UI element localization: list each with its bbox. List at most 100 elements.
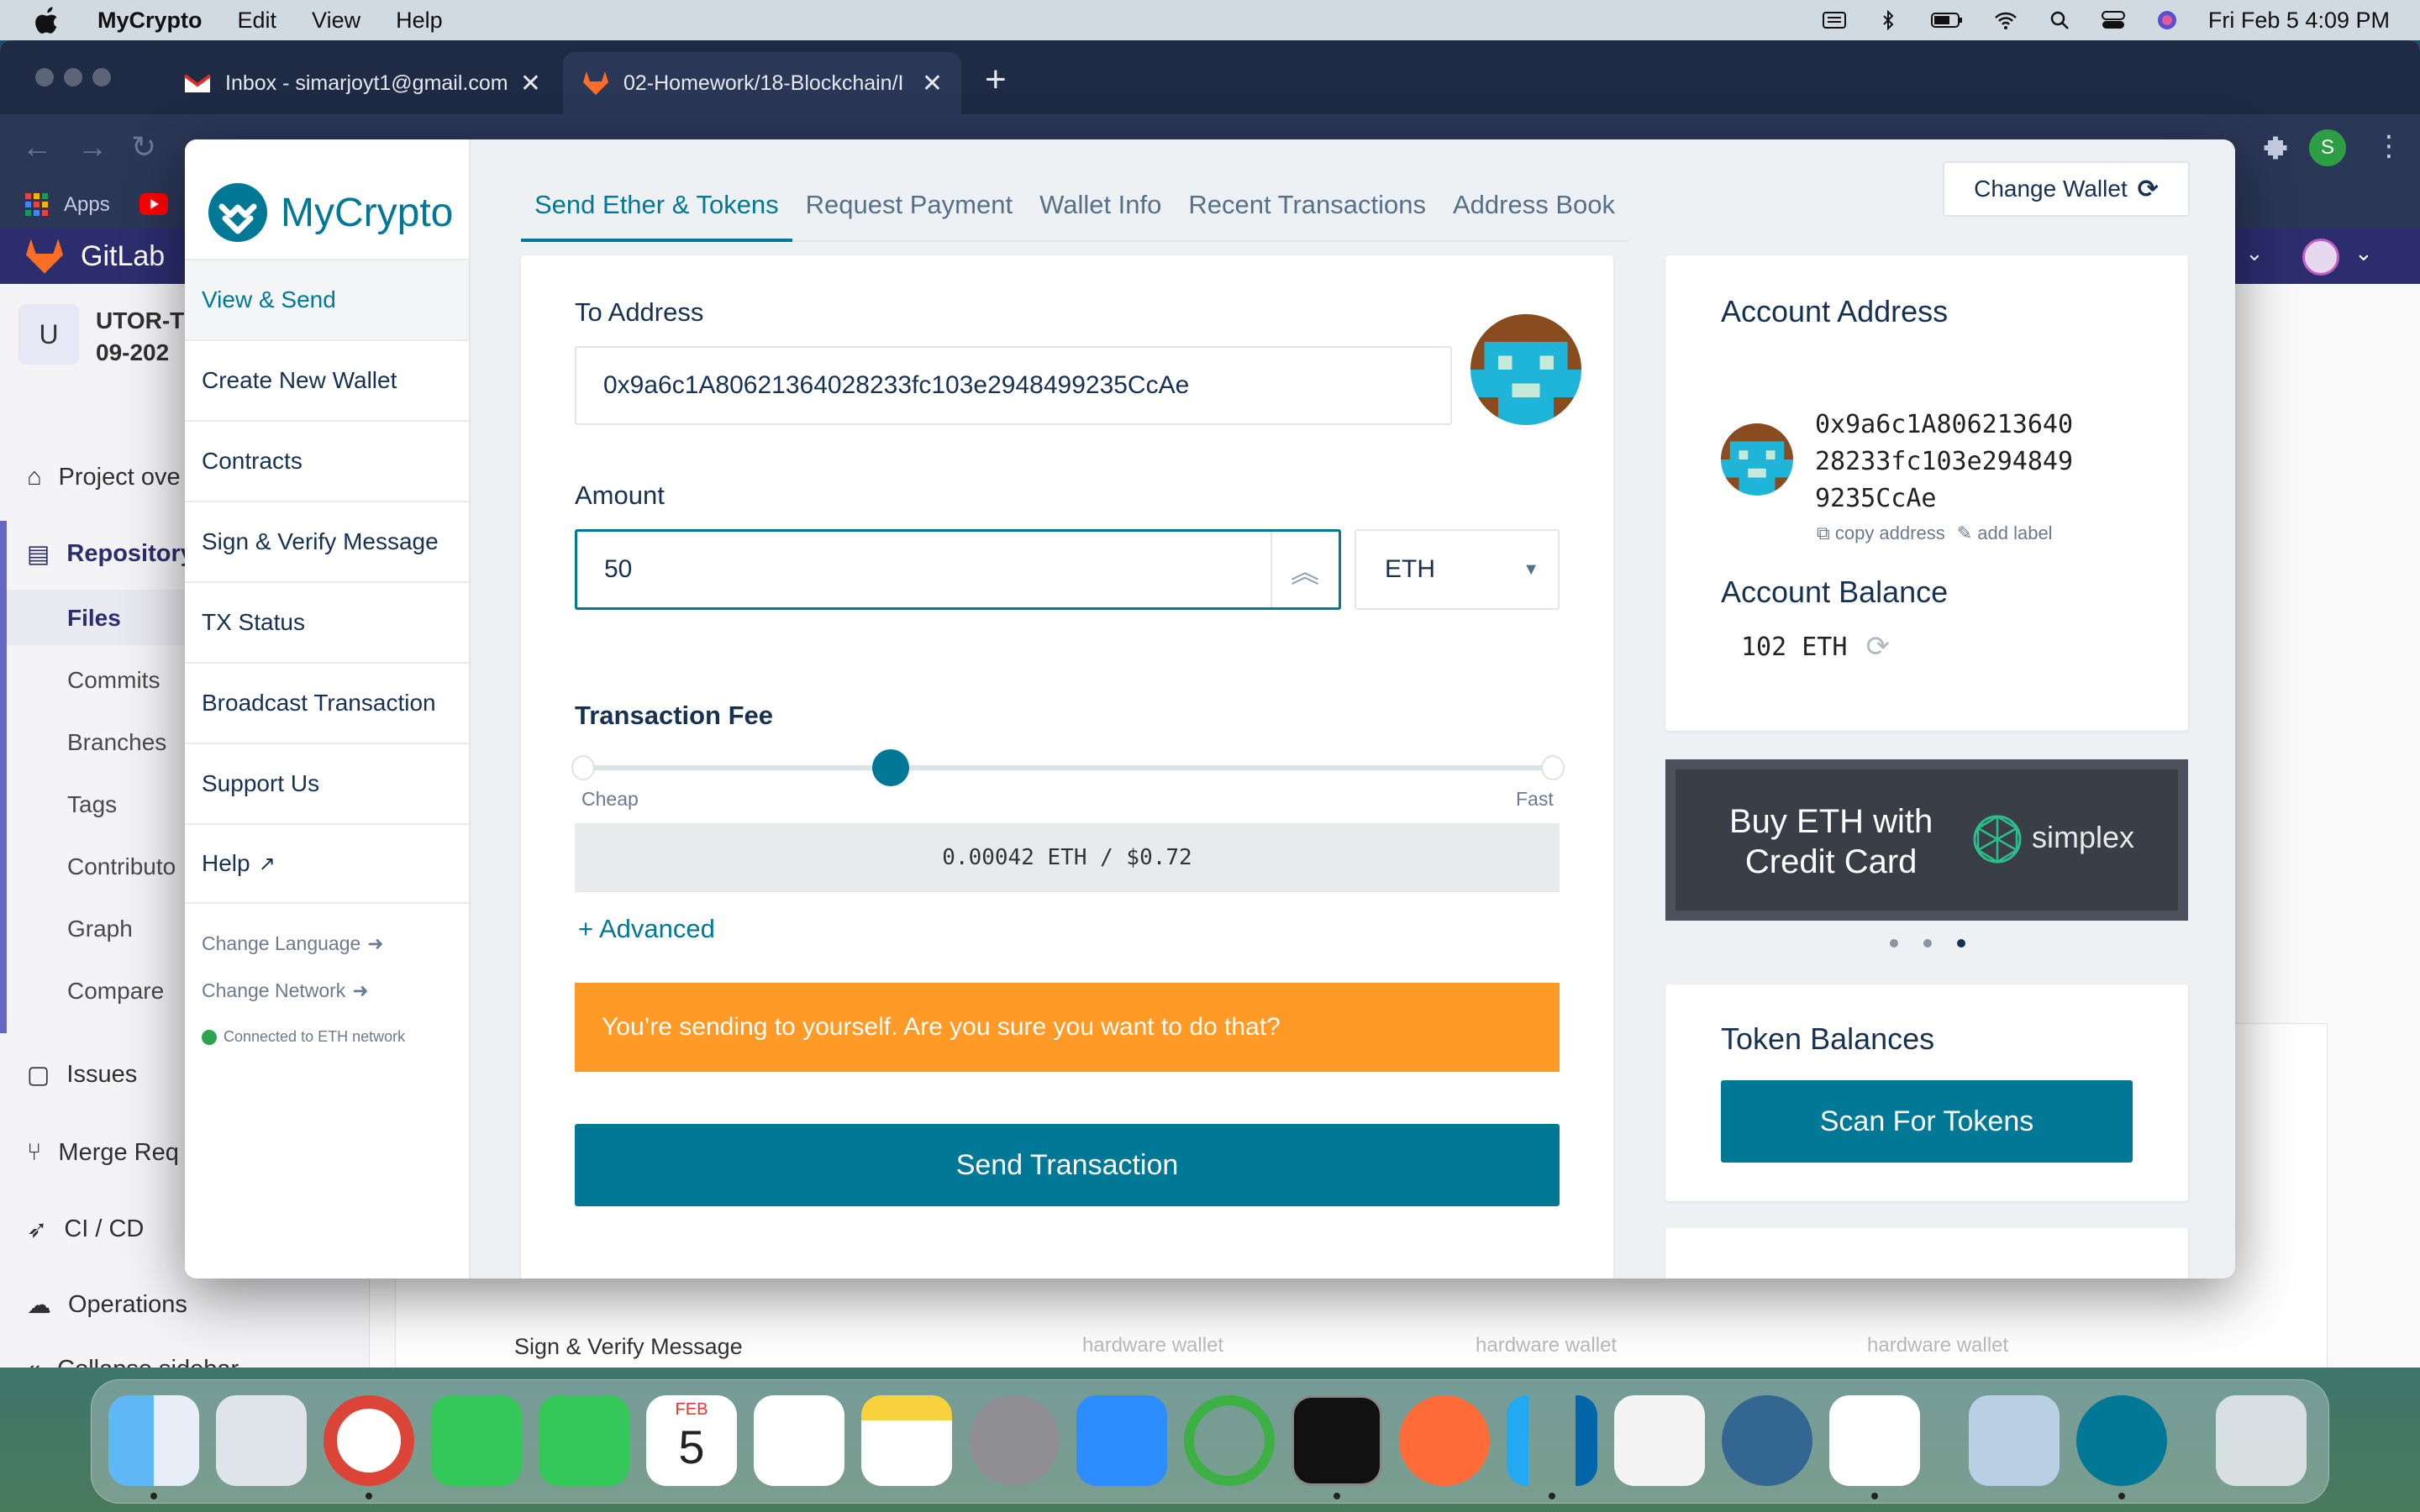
gitlab-brand[interactable]: GitLab bbox=[81, 240, 165, 273]
change-language-link[interactable]: Change Language ➜ bbox=[202, 932, 384, 955]
sidenav-help[interactable]: Help ↗ bbox=[185, 823, 469, 904]
profile-avatar[interactable]: S bbox=[2309, 129, 2346, 166]
browser-tab-gitlab[interactable]: 02-Homework/18-Blockchain/I ✕ bbox=[563, 52, 961, 114]
new-tab-button[interactable]: + bbox=[985, 59, 1007, 101]
siri-icon[interactable] bbox=[2154, 10, 2180, 30]
nav-project-overview[interactable]: ⌂ Project ove bbox=[27, 464, 181, 491]
nav-ci-cd[interactable]: ➶ CI / CD bbox=[27, 1215, 144, 1244]
window-minimize-button[interactable] bbox=[64, 68, 82, 87]
sidenav-tx-status[interactable]: TX Status bbox=[185, 581, 469, 662]
collapse-sidebar-button[interactable]: « Collapse sidebar bbox=[27, 1356, 239, 1368]
browser-menu-icon[interactable]: ⋮ bbox=[2375, 129, 2403, 163]
nav-repository[interactable]: ▤ Repository bbox=[27, 539, 194, 569]
messages-icon[interactable] bbox=[539, 1395, 629, 1486]
battery-icon[interactable] bbox=[1929, 10, 1965, 30]
finder-icon[interactable] bbox=[108, 1395, 199, 1486]
preview-icon[interactable] bbox=[1969, 1395, 2060, 1486]
nav-compare[interactable]: Compare bbox=[67, 978, 164, 1005]
window-zoom-button[interactable] bbox=[92, 68, 111, 87]
carousel-dot-active[interactable] bbox=[1957, 939, 1965, 948]
chevron-down-icon[interactable]: ⌄ bbox=[2354, 240, 2373, 266]
fee-slider[interactable] bbox=[571, 749, 1565, 786]
nav-merge-requests[interactable]: ⑂ Merge Req bbox=[27, 1139, 179, 1167]
project-name[interactable]: UTOR-T bbox=[96, 307, 184, 334]
forward-arrow-icon[interactable]: → bbox=[77, 129, 108, 165]
launchpad-icon[interactable] bbox=[216, 1395, 307, 1486]
menu-edit[interactable]: Edit bbox=[238, 8, 277, 34]
calendar-icon[interactable]: FEB 5 bbox=[646, 1395, 737, 1486]
activity-ring-icon[interactable] bbox=[1184, 1395, 1275, 1486]
browser-tab-gmail[interactable]: Inbox - simarjoyt1@gmail.com ✕ bbox=[165, 52, 560, 114]
add-label-link[interactable]: ✎ add label bbox=[1957, 522, 2053, 544]
tab-address-book[interactable]: Address Book bbox=[1439, 170, 1628, 242]
scan-for-tokens-button[interactable]: Scan For Tokens bbox=[1721, 1080, 2133, 1163]
buy-eth-ad[interactable]: Buy ETH with Credit Card simplex bbox=[1665, 759, 2188, 921]
reload-icon[interactable]: ↻ bbox=[131, 129, 156, 165]
menu-view[interactable]: View bbox=[312, 8, 360, 34]
sidenav-create-wallet[interactable]: Create New Wallet bbox=[185, 339, 469, 420]
refresh-balance-icon[interactable]: ⟳ bbox=[1865, 630, 1890, 664]
project-avatar[interactable]: U bbox=[18, 304, 79, 365]
unit-select[interactable]: ETH ▼ bbox=[1355, 529, 1560, 610]
spotlight-search-icon[interactable] bbox=[2047, 10, 2072, 30]
bookmark-apps[interactable]: Apps bbox=[64, 193, 110, 217]
copy-address-link[interactable]: ⧉ copy address bbox=[1817, 522, 1945, 544]
keyboard-input-icon[interactable] bbox=[1822, 10, 1847, 30]
slack-icon[interactable] bbox=[1829, 1395, 1920, 1486]
textedit-icon[interactable] bbox=[1614, 1395, 1705, 1486]
tab-request-payment[interactable]: Request Payment bbox=[792, 170, 1026, 242]
tab-close-icon[interactable]: ✕ bbox=[520, 69, 541, 98]
menubar-app-name[interactable]: MyCrypto bbox=[97, 8, 203, 34]
facetime-icon[interactable] bbox=[431, 1395, 522, 1486]
nav-operations[interactable]: ☁ Operations bbox=[27, 1290, 187, 1320]
zoom-icon[interactable] bbox=[1076, 1395, 1167, 1486]
bluetooth-icon[interactable] bbox=[1876, 10, 1901, 30]
mycrypto-logo[interactable]: MyCrypto bbox=[207, 181, 453, 244]
tab-close-icon[interactable]: ✕ bbox=[922, 69, 943, 98]
advanced-toggle[interactable]: + Advanced bbox=[578, 914, 715, 944]
window-close-button[interactable] bbox=[35, 68, 54, 87]
project-name-cont[interactable]: 09-202 bbox=[96, 339, 169, 366]
menubar-clock[interactable]: Fri Feb 5 4:09 PM bbox=[2208, 8, 2390, 34]
send-transaction-button[interactable]: Send Transaction bbox=[575, 1124, 1560, 1206]
nav-branches[interactable]: Branches bbox=[67, 729, 166, 756]
carousel-dot[interactable] bbox=[1923, 939, 1932, 948]
terminal-icon[interactable] bbox=[1292, 1395, 1382, 1486]
youtube-icon[interactable] bbox=[139, 193, 168, 215]
amount-input[interactable]: 50 bbox=[575, 529, 1341, 610]
reminders-icon[interactable] bbox=[754, 1395, 844, 1486]
sidenav-contracts[interactable]: Contracts bbox=[185, 420, 469, 501]
postgresql-icon[interactable] bbox=[1722, 1395, 1812, 1486]
control-center-icon[interactable] bbox=[2101, 10, 2126, 30]
carousel-dot[interactable] bbox=[1890, 939, 1898, 948]
nav-files[interactable]: Files bbox=[67, 605, 121, 632]
nav-contributors[interactable]: Contributo bbox=[67, 853, 176, 880]
tab-send-ether-tokens[interactable]: Send Ether & Tokens bbox=[521, 170, 792, 242]
gitlab-logo-icon[interactable] bbox=[24, 237, 66, 276]
sidenav-sign-verify[interactable]: Sign & Verify Message bbox=[185, 501, 469, 581]
user-avatar[interactable] bbox=[2302, 239, 2339, 276]
nav-issues[interactable]: ▢ Issues bbox=[27, 1060, 137, 1089]
trash-icon[interactable] bbox=[2216, 1395, 2307, 1486]
sidenav-support[interactable]: Support Us bbox=[185, 743, 469, 823]
menu-help[interactable]: Help bbox=[396, 8, 443, 34]
mycrypto-dock-icon[interactable] bbox=[2076, 1395, 2167, 1486]
send-max-chevron-up-icon[interactable]: ︽ bbox=[1270, 532, 1338, 607]
notes-icon[interactable] bbox=[861, 1395, 952, 1486]
vscode-icon[interactable] bbox=[1507, 1395, 1597, 1486]
sidenav-view-send[interactable]: View & Send bbox=[185, 259, 469, 339]
back-arrow-icon[interactable]: ← bbox=[22, 129, 52, 165]
change-network-link[interactable]: Change Network ➜ bbox=[202, 979, 369, 1002]
nav-commits[interactable]: Commits bbox=[67, 667, 160, 694]
postman-icon[interactable] bbox=[1399, 1395, 1490, 1486]
wifi-icon[interactable] bbox=[1993, 10, 2018, 30]
system-preferences-icon[interactable] bbox=[969, 1395, 1060, 1486]
sidenav-broadcast[interactable]: Broadcast Transaction bbox=[185, 662, 469, 743]
nav-tags[interactable]: Tags bbox=[67, 791, 117, 818]
chevron-down-icon[interactable]: ⌄ bbox=[2245, 240, 2264, 266]
chrome-icon[interactable] bbox=[324, 1395, 414, 1486]
nav-graph[interactable]: Graph bbox=[67, 916, 133, 942]
tab-wallet-info[interactable]: Wallet Info bbox=[1026, 170, 1175, 242]
tab-recent-transactions[interactable]: Recent Transactions bbox=[1175, 170, 1439, 242]
to-address-input[interactable]: 0x9a6c1A80621364028233fc103e2948499235Cc… bbox=[575, 346, 1452, 425]
